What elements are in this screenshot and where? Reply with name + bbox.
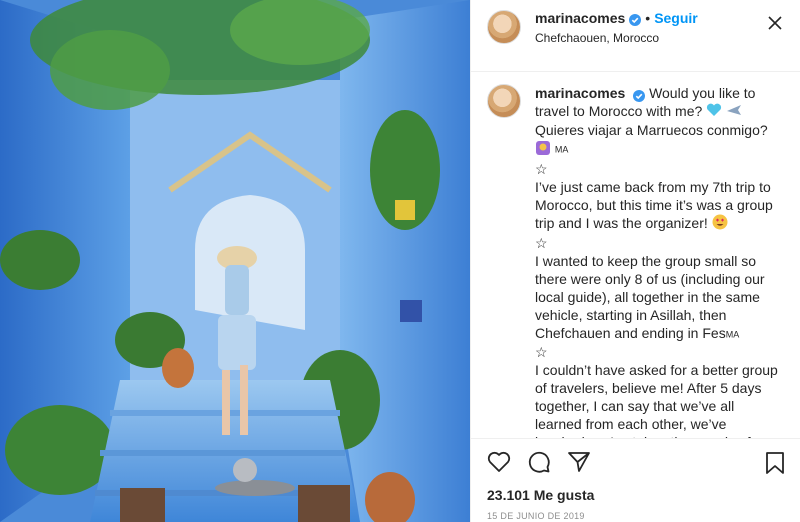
caption-line: ☆ — [535, 234, 548, 251]
follow-button[interactable]: Seguir — [654, 9, 698, 27]
bookmark-icon[interactable] — [765, 451, 785, 480]
header-info: marinacomes • Seguir Chefchaouen, Morocc… — [535, 10, 698, 45]
caption-text: marinacomes Would you like to travel to … — [535, 84, 784, 438]
flag-emoji-text: MA — [725, 329, 740, 340]
comment-icon[interactable] — [527, 450, 567, 479]
blue-heart-emoji — [706, 103, 722, 121]
caption-username[interactable]: marinacomes — [535, 85, 625, 101]
caption-line: Quieres viajar a Marruecos conmigo? — [535, 122, 768, 139]
location-link[interactable]: Chefchaouen, Morocco — [535, 31, 698, 45]
post-photo[interactable] — [0, 0, 470, 522]
caption-avatar[interactable] — [487, 84, 521, 118]
caption-line: ☆ — [535, 160, 548, 177]
woman-emoji — [535, 140, 551, 160]
heart-icon[interactable] — [487, 451, 527, 478]
post-date: 15 DE JUNIO DE 2019 — [487, 511, 585, 521]
post-header: marinacomes • Seguir Chefchaouen, Morocc… — [471, 0, 800, 72]
share-icon[interactable] — [567, 450, 607, 479]
caption-line: I wanted to keep the group small so ther… — [535, 252, 765, 341]
caption-line: ☆ — [535, 344, 548, 361]
post-sidebar: marinacomes • Seguir Chefchaouen, Morocc… — [470, 0, 800, 522]
action-bar: 23.101 Me gusta 15 DE JUNIO DE 2019 — [471, 438, 800, 521]
caption-line: I couldn’t have asked for a better group… — [535, 362, 778, 438]
heart-eyes-emoji — [712, 214, 728, 234]
flag-emoji-text: MA — [554, 144, 569, 155]
airplane-emoji — [726, 103, 742, 121]
caption-line: I’ve just came back from my 7th trip to … — [535, 178, 773, 231]
caption: marinacomes Would you like to travel to … — [471, 72, 800, 438]
instagram-post: marinacomes • Seguir Chefchaouen, Morocc… — [0, 0, 800, 522]
avatar[interactable] — [487, 10, 521, 44]
separator-dot: • — [645, 10, 651, 26]
verified-badge-icon — [629, 12, 642, 26]
chefchaouen-alley-illustration — [0, 0, 470, 522]
likes-count[interactable]: 23.101 Me gusta — [487, 487, 785, 503]
verified-badge-icon — [633, 88, 646, 103]
more-options-icon[interactable] — [766, 14, 784, 32]
header-username[interactable]: marinacomes — [535, 9, 625, 27]
